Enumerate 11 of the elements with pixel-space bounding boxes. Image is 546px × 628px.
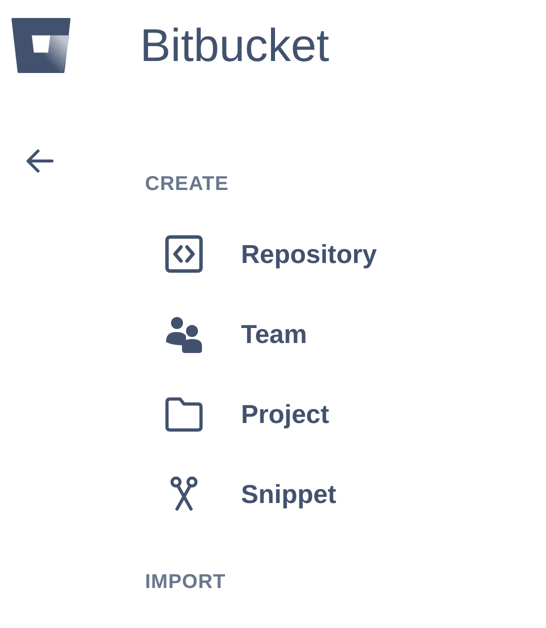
menu-item[interactable]: Project — [241, 398, 330, 430]
menu-item[interactable]: Repository — [241, 238, 377, 270]
section-heading: CREATE — [145, 172, 230, 196]
bucket-logo-icon[interactable] — [10, 16, 72, 74]
people-icon — [164, 314, 204, 354]
menu-item[interactable]: Team — [241, 318, 307, 350]
section-heading: IMPORT — [145, 570, 227, 594]
back-arrow-icon[interactable] — [26, 149, 54, 173]
code-icon — [164, 234, 204, 274]
app-title: Bitbucket — [140, 18, 330, 72]
menu-item[interactable]: Snippet — [241, 478, 336, 510]
